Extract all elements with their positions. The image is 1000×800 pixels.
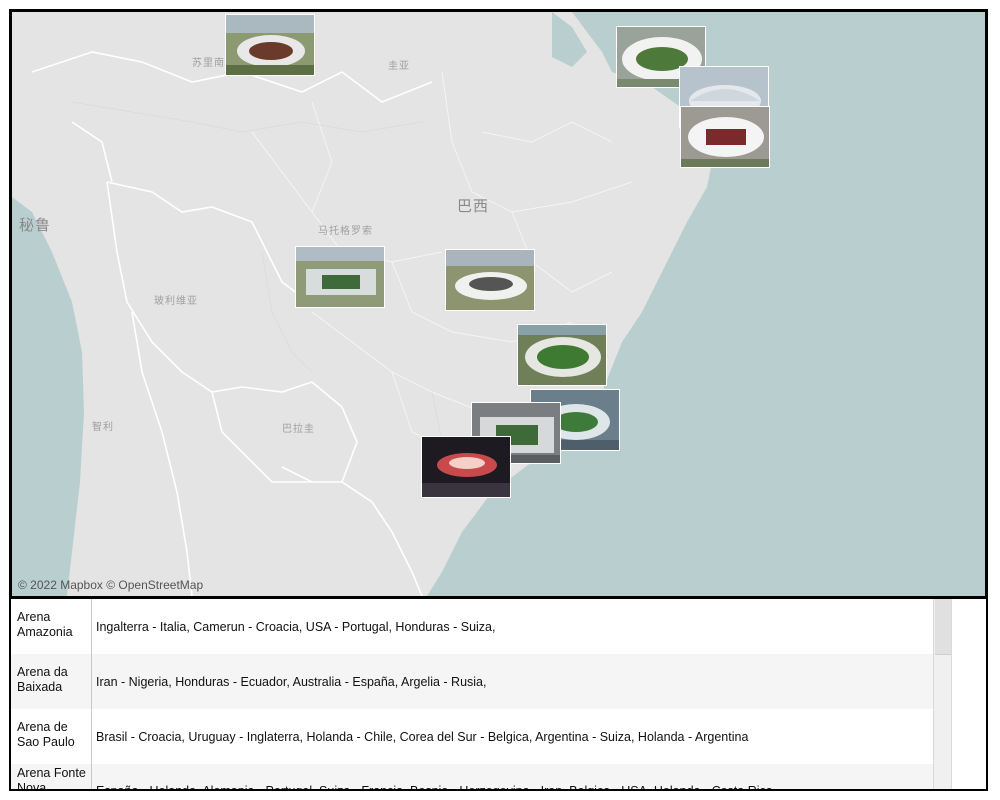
stadium-marker-recife[interactable] <box>680 106 770 168</box>
stadium-name-cell: Arena Fonte Nova <box>11 764 92 789</box>
matches-table[interactable]: Arena Amazonia Ingalterra - Italia, Came… <box>9 599 988 791</box>
table-row[interactable]: Arena de Sao Paulo Brasil - Croacia, Uru… <box>11 709 933 764</box>
scrollbar-thumb[interactable] <box>935 599 951 655</box>
table-row[interactable]: Arena Fonte Nova España - Holanda, Alema… <box>11 764 933 791</box>
map-label-peru: 秘鲁 <box>19 216 52 234</box>
table-right-margin <box>953 599 986 789</box>
stadium-map[interactable]: 苏里南 圭亚 秘鲁 巴西 马托格罗索 玻利维亚 巴拉圭 智利 © 2022 Ma… <box>9 9 988 599</box>
map-label-brazil: 巴西 <box>457 197 490 215</box>
map-label-suriname: 苏里南 <box>192 58 225 69</box>
map-label-paraguay: 巴拉圭 <box>282 424 315 435</box>
map-label-chile: 智利 <box>92 422 114 433</box>
stadium-marker-belo-horizonte[interactable] <box>517 324 607 386</box>
table-row[interactable]: Arena Amazonia Ingalterra - Italia, Came… <box>11 599 933 654</box>
stadium-marker-curitiba[interactable] <box>421 436 511 498</box>
stadium-marker-manaus[interactable] <box>225 14 315 76</box>
table-row[interactable]: Arena da Baixada Iran - Nigeria, Hondura… <box>11 654 933 709</box>
stadium-marker-brasilia[interactable] <box>445 249 535 311</box>
stadium-name-cell: Arena de Sao Paulo <box>11 709 92 764</box>
matches-cell: España - Holanda, Alemania - Portugal, S… <box>96 784 773 791</box>
matches-cell: Iran - Nigeria, Honduras - Ecuador, Aust… <box>96 674 487 689</box>
matches-cell: Brasil - Croacia, Uruguay - Inglaterra, … <box>96 729 749 744</box>
stadium-name-cell: Arena Amazonia <box>11 599 92 654</box>
matches-cell: Ingalterra - Italia, Camerun - Croacia, … <box>96 619 496 634</box>
map-label-guyana-fr: 圭亚 <box>388 61 410 72</box>
table-scrollbar[interactable] <box>933 599 952 789</box>
map-label-mato-grosso: 马托格罗索 <box>318 226 373 237</box>
map-attribution[interactable]: © 2022 Mapbox © OpenStreetMap <box>18 578 203 592</box>
stadium-name-cell: Arena da Baixada <box>11 654 92 709</box>
stadium-marker-cuiaba[interactable] <box>295 246 385 308</box>
map-label-bolivia: 玻利维亚 <box>154 296 198 307</box>
